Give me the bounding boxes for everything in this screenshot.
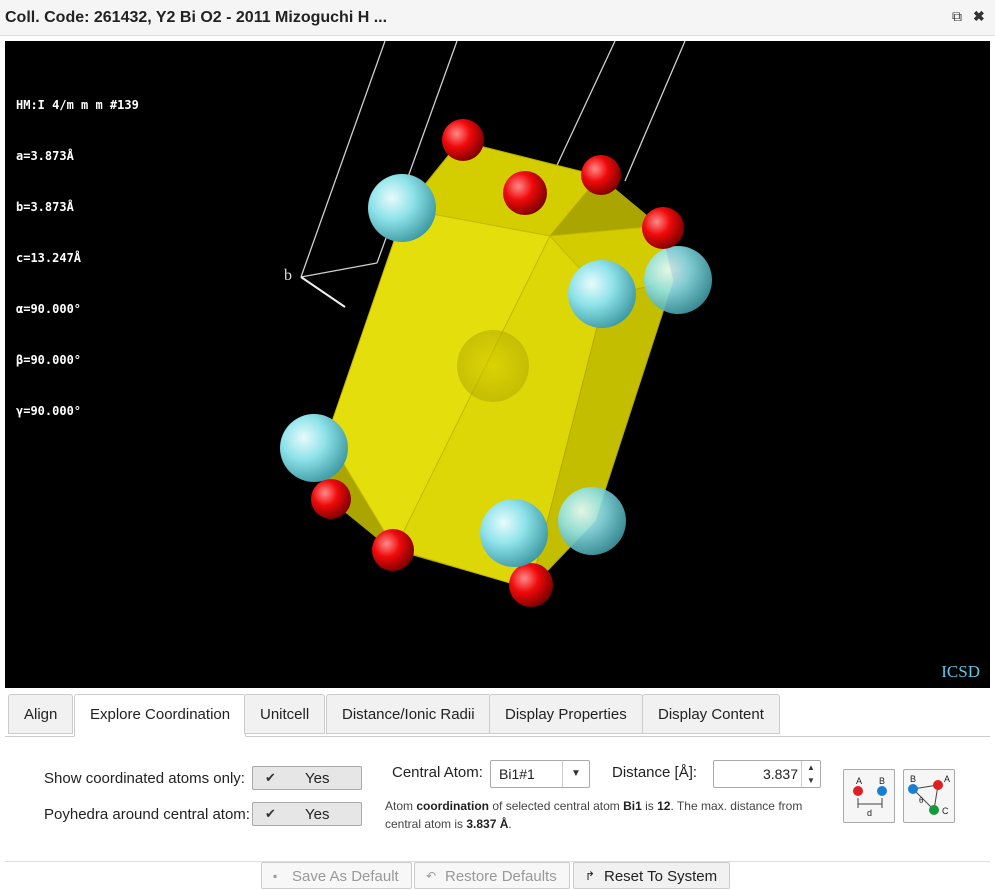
show-coordinated-label: Show coordinated atoms only: [44, 770, 245, 787]
toggle-value: Yes [305, 806, 330, 823]
polyhedra-label: Poyhedra around central atom: [44, 806, 250, 823]
svg-text:θ: θ [919, 796, 924, 805]
svg-text:B: B [879, 776, 885, 786]
spin-down-icon[interactable]: ▼ [801, 774, 820, 787]
central-atom-bi [457, 330, 529, 402]
coordination-info-text: Atom coordination of selected central at… [385, 799, 803, 831]
yttrium-atom [644, 246, 712, 314]
structure-viewer[interactable]: HM:I 4/m m m #139 a=3.873Å b=3.873Å c=13… [5, 41, 990, 688]
central-atom-select[interactable]: Bi1#1 ▼ [490, 760, 590, 788]
yttrium-atom [568, 260, 636, 328]
oxygen-atom [372, 529, 414, 571]
tab-explore-coordination[interactable]: Explore Coordination [74, 694, 247, 737]
reset-to-system-button[interactable]: ↱ Reset To System [573, 862, 731, 889]
angle-tool-icon: B A θ C [908, 774, 950, 816]
restore-defaults-label: Restore Defaults [445, 868, 557, 885]
angle-tool-button[interactable]: B A θ C [903, 769, 955, 823]
toggle-value: Yes [305, 770, 330, 787]
space-group-text: HM:I 4/m m m #139 [16, 98, 139, 112]
cell-c-text: c=13.247Å [16, 251, 82, 265]
svg-text:d: d [867, 808, 872, 818]
oxygen-atom [642, 207, 684, 249]
check-icon: ✔ [265, 806, 276, 821]
cell-parameters: HM:I 4/m m m #139 a=3.873Å b=3.873Å c=13… [16, 63, 139, 454]
chevron-down-icon[interactable]: ▼ [562, 761, 589, 787]
tab-distance-ionic-radii[interactable]: Distance/Ionic Radii [326, 694, 491, 734]
yttrium-atom [480, 499, 548, 567]
polyhedra-toggle[interactable]: ✔ Yes [252, 802, 362, 826]
cell-alpha-text: α=90.000° [16, 302, 82, 316]
distance-input[interactable]: 3.837 ▲ ▼ [713, 760, 821, 788]
tab-bar: Align Explore Coordination Unitcell Dist… [5, 694, 990, 737]
yttrium-atom [368, 174, 436, 242]
distance-label: Distance [Å]: [612, 764, 698, 781]
title-bar: Coll. Code: 261432, Y2 Bi O2 - 2011 Mizo… [0, 0, 995, 36]
spin-up-icon[interactable]: ▲ [801, 761, 820, 774]
restore-defaults-button[interactable]: ↶ Restore Defaults [414, 862, 570, 889]
show-coordinated-toggle[interactable]: ✔ Yes [252, 766, 362, 790]
cell-b-text: b=3.873Å [16, 200, 74, 214]
popout-icon[interactable]: ⧉ [952, 8, 962, 25]
tab-unitcell[interactable]: Unitcell [244, 694, 326, 734]
yttrium-atom [558, 487, 626, 555]
save-icon: ▪ [273, 869, 278, 883]
save-as-default-label: Save As Default [292, 868, 399, 885]
svg-text:A: A [944, 774, 950, 784]
window-title: Coll. Code: 261432, Y2 Bi O2 - 2011 Mizo… [5, 9, 388, 26]
tab-display-content[interactable]: Display Content [642, 694, 780, 734]
cell-beta-text: β=90.000° [16, 353, 82, 367]
cell-gamma-text: γ=90.000° [16, 404, 82, 418]
crystal-structure-render[interactable] [5, 41, 990, 688]
cell-a-text: a=3.873Å [16, 149, 74, 163]
svg-text:B: B [910, 774, 916, 784]
tab-display-properties[interactable]: Display Properties [489, 694, 643, 734]
close-icon[interactable]: ✖ [973, 8, 985, 25]
oxygen-atom [442, 119, 484, 161]
oxygen-atom [503, 171, 547, 215]
distance-value: 3.837 [762, 766, 798, 782]
tab-align[interactable]: Align [8, 694, 74, 734]
reset-to-system-label: Reset To System [604, 868, 718, 885]
oxygen-atom [311, 479, 351, 519]
yttrium-atom [280, 414, 348, 482]
reset-arrow-icon: ↱ [585, 869, 596, 883]
oxygen-atom [509, 563, 553, 607]
distance-tool-button[interactable]: A B d [843, 769, 895, 823]
svg-text:A: A [856, 776, 862, 786]
undo-icon: ↶ [426, 869, 437, 883]
check-icon: ✔ [265, 770, 276, 785]
central-atom-label: Central Atom: [392, 764, 483, 781]
svg-text:C: C [942, 806, 949, 816]
icsd-watermark: ICSD [941, 662, 980, 681]
oxygen-atom [581, 155, 621, 195]
distance-tool-icon: A B d [853, 776, 887, 818]
central-atom-value: Bi1#1 [499, 766, 535, 782]
axis-b-label: b [284, 267, 292, 284]
save-as-default-button[interactable]: ▪ Save As Default [261, 862, 412, 889]
